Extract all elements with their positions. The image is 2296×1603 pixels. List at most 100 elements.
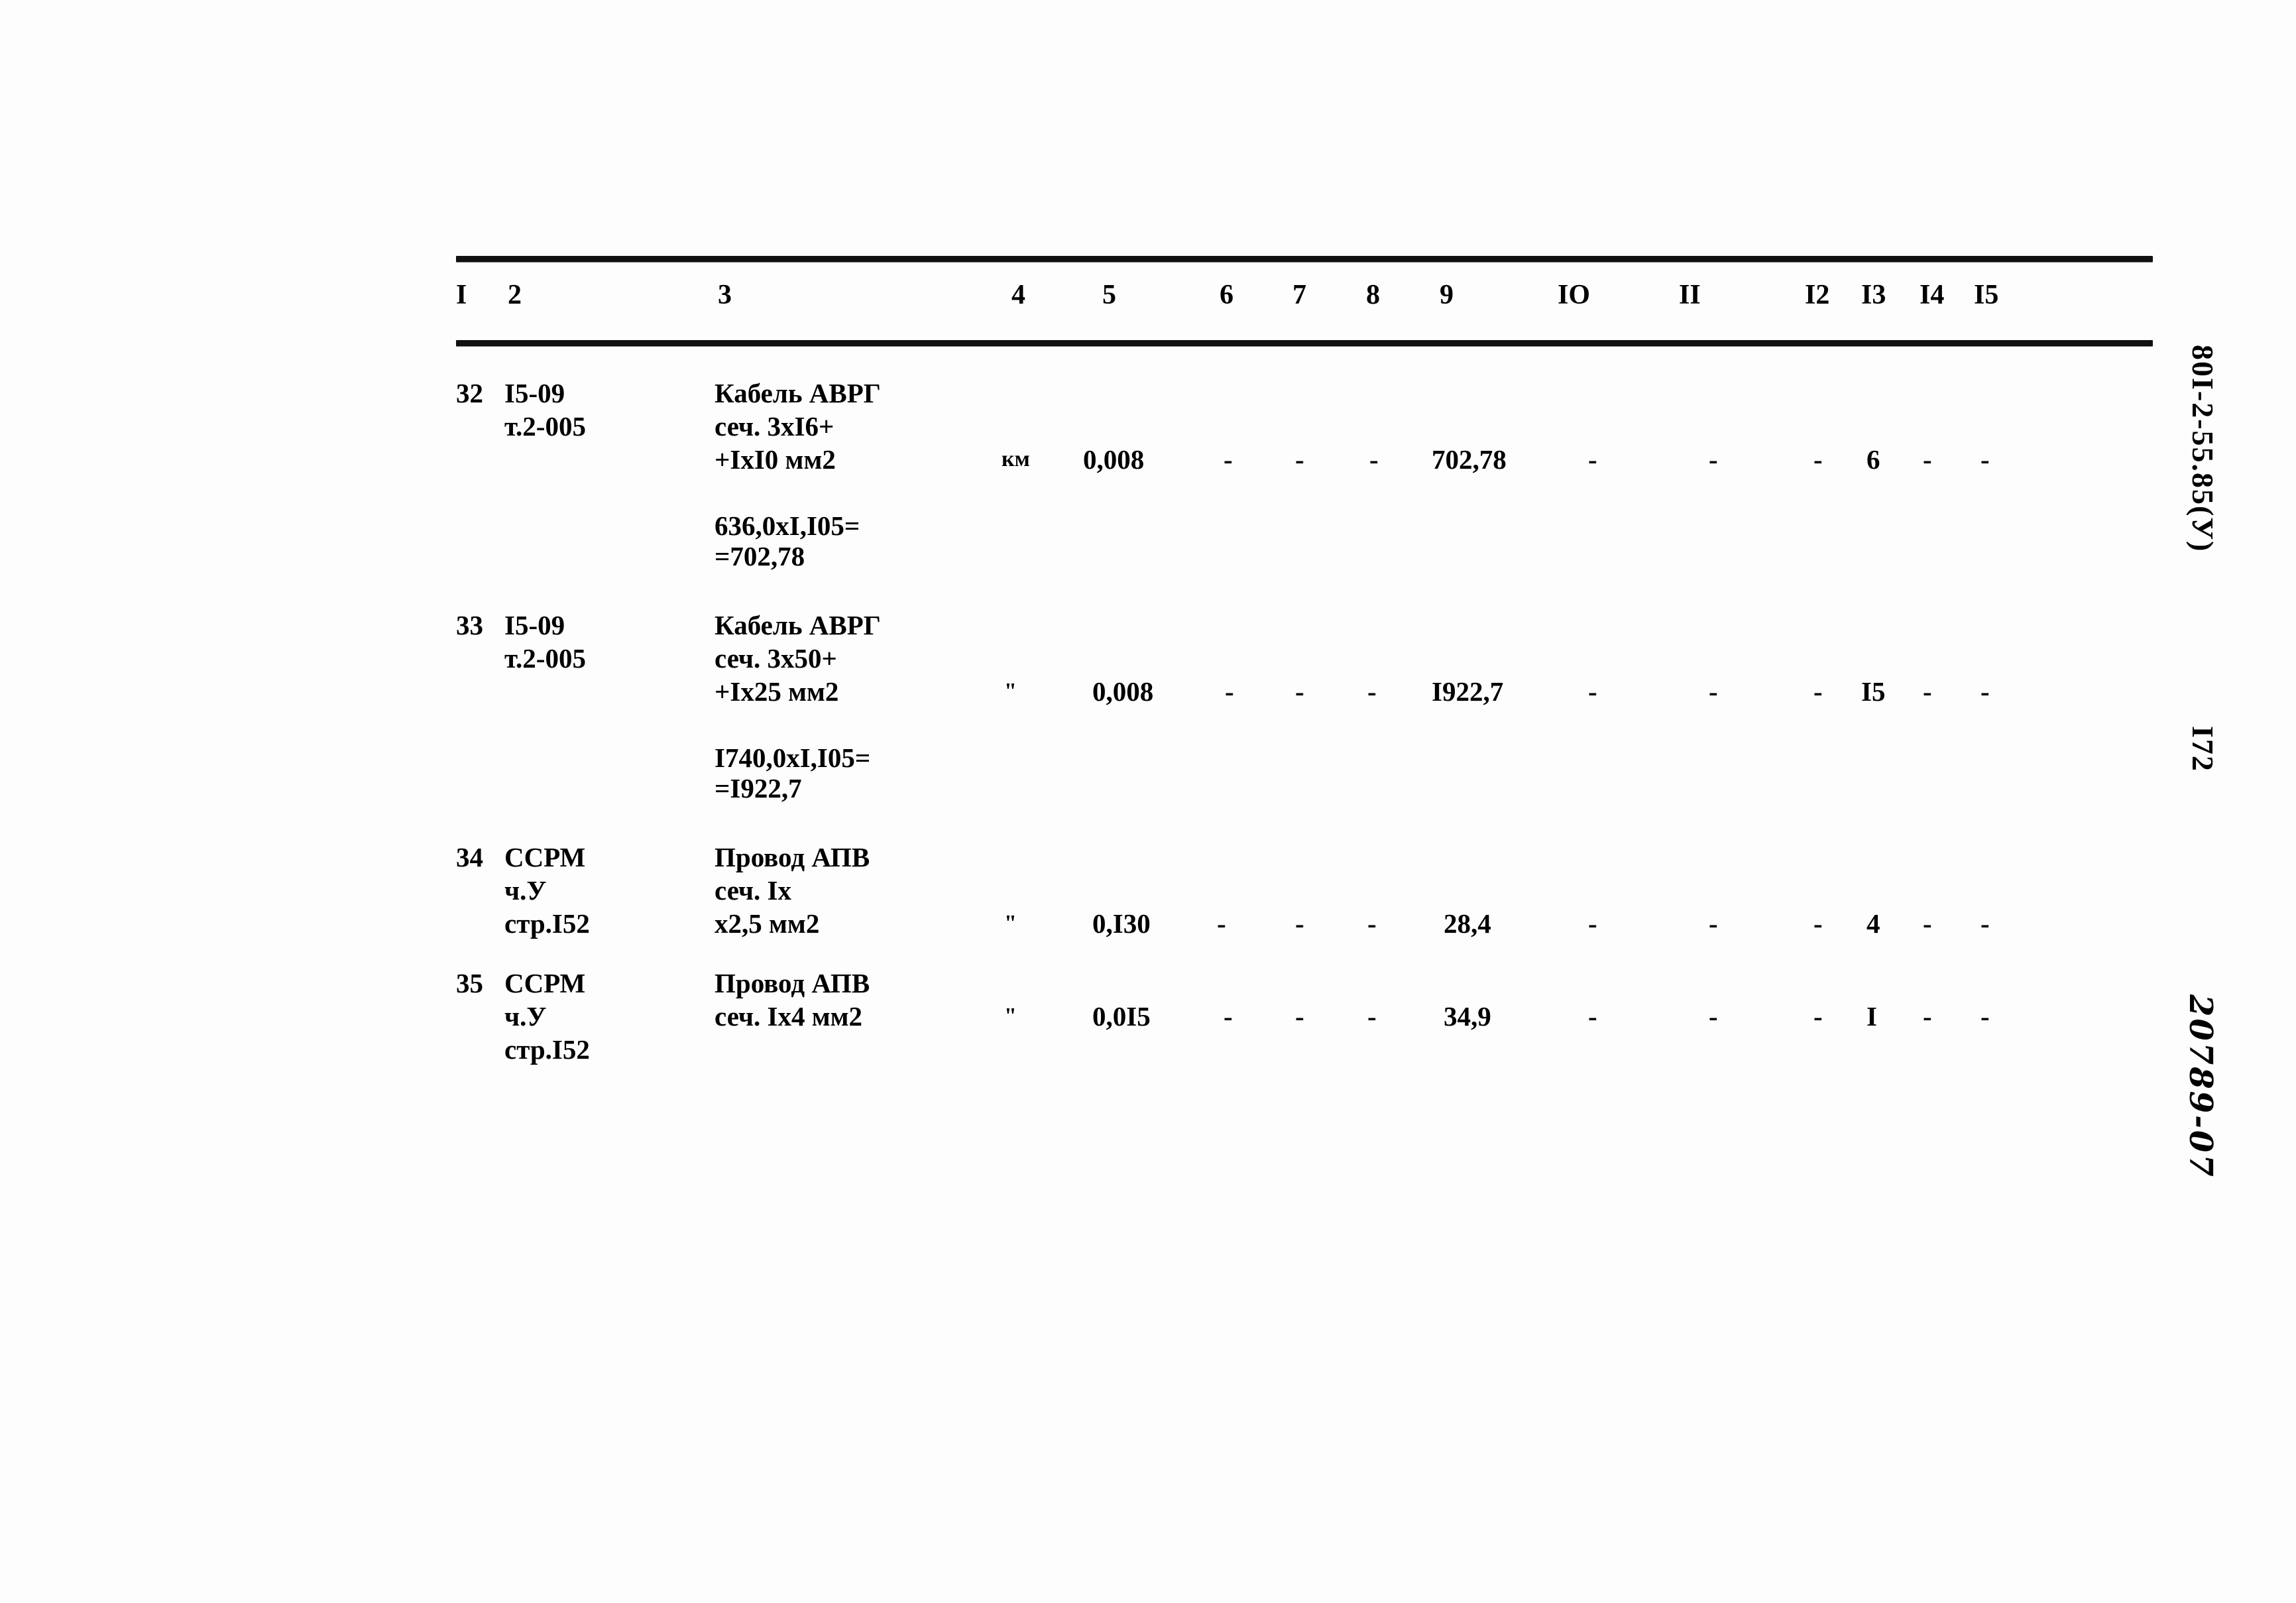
row-col-5: 0,008 [1092, 676, 1154, 707]
archive-number: 20789-07 [2182, 994, 2219, 1179]
row-col-7: - [1295, 444, 1304, 475]
row-code-line-3: стр.I52 [504, 1034, 590, 1065]
column-header-9: 9 [1440, 280, 1454, 310]
column-header-15: I5 [1974, 280, 1999, 310]
row-col-7: - [1295, 908, 1304, 939]
row-name-line-3: х2,5 мм2 [715, 908, 820, 939]
row-col-6: - [1224, 1001, 1233, 1032]
row-name-line-1: Кабель АВРГ [715, 610, 881, 640]
row-col-11: - [1709, 908, 1718, 939]
column-header-3: 3 [718, 280, 732, 310]
column-header-5: 5 [1102, 280, 1116, 310]
column-header-11: II [1679, 280, 1701, 310]
document-code: 80I-2-55.85(У) [2186, 345, 2220, 553]
row-code-line-1: ССРМ [504, 842, 586, 872]
row-unit: " [1004, 1004, 1017, 1028]
row-number: 32 [456, 378, 483, 408]
row-code-line-3: стр.I52 [504, 908, 590, 939]
table-header-row: I 2 3 4 5 6 7 8 9 IO II I2 I3 I4 I5 [456, 262, 2153, 340]
row-col-6: - [1224, 444, 1233, 475]
row-col-15: - [1980, 1001, 1990, 1032]
row-col-11: - [1709, 1001, 1718, 1032]
row-name-line-2: сеч. Iх [715, 875, 791, 906]
row-col-15: - [1980, 676, 1990, 707]
row-col-9: I922,7 [1432, 676, 1504, 707]
row-col-6: - [1225, 676, 1234, 707]
row-name-line-2: сеч. 3хI6+ [715, 411, 834, 442]
row-col-8: - [1367, 1001, 1377, 1032]
row-col-15: - [1980, 444, 1990, 475]
row-col-8: - [1367, 676, 1377, 707]
row-calc-line-2: =I922,7 [715, 773, 802, 803]
row-col-13: 4 [1866, 908, 1880, 939]
row-col-5: 0,008 [1083, 444, 1145, 475]
row-col-8: - [1367, 908, 1377, 939]
row-col-9: 28,4 [1444, 908, 1491, 939]
row-col-8: - [1369, 444, 1379, 475]
row-col-9: 702,78 [1432, 444, 1507, 475]
column-header-7: 7 [1292, 280, 1306, 310]
row-unit: км [1002, 447, 1030, 471]
row-name-line-2: сеч. 3х50+ [715, 643, 837, 674]
row-col-13: I [1866, 1001, 1877, 1032]
row-number: 35 [456, 968, 483, 998]
column-header-8: 8 [1366, 280, 1380, 310]
row-col-10: - [1588, 444, 1597, 475]
row-name-line-3: +Iх25 мм2 [715, 676, 839, 707]
row-col-5: 0,0I5 [1092, 1001, 1151, 1032]
row-col-13: 6 [1866, 444, 1880, 475]
column-header-13: I3 [1861, 280, 1886, 310]
row-name-line-2: сеч. Iх4 мм2 [715, 1001, 863, 1032]
row-code-line-2: ч.У [504, 875, 547, 906]
row-unit: " [1004, 911, 1017, 935]
row-col-9: 34,9 [1444, 1001, 1491, 1032]
row-name-line-1: Кабель АВРГ [715, 378, 881, 408]
row-code-line-1: I5-09 [504, 610, 565, 640]
column-header-12: I2 [1805, 280, 1830, 310]
row-col-7: - [1295, 1001, 1304, 1032]
row-code-line-1: I5-09 [504, 378, 565, 408]
column-header-2: 2 [508, 280, 522, 310]
row-col-12: - [1813, 444, 1823, 475]
column-header-4: 4 [1011, 280, 1025, 310]
row-col-12: - [1813, 676, 1823, 707]
row-col-11: - [1709, 444, 1718, 475]
row-code-line-1: ССРМ [504, 968, 586, 998]
row-col-14: - [1923, 908, 1932, 939]
row-code-line-2: ч.У [504, 1001, 547, 1032]
row-col-14: - [1923, 676, 1932, 707]
row-calc-line-2: =702,78 [715, 541, 805, 571]
row-col-13: I5 [1861, 676, 1886, 707]
row-calc-line-1: I740,0хI,I05= [715, 742, 871, 773]
row-unit: " [1004, 679, 1017, 703]
row-code-line-2: т.2-005 [504, 411, 586, 442]
row-col-11: - [1709, 676, 1718, 707]
specification-table: I 2 3 4 5 6 7 8 9 IO II I2 I3 I4 I5 32 I… [456, 256, 2153, 1075]
column-header-14: I4 [1920, 280, 1945, 310]
row-col-5: 0,I30 [1092, 908, 1151, 939]
row-name-line-3: +IхI0 мм2 [715, 444, 836, 475]
row-code-line-2: т.2-005 [504, 643, 586, 674]
scanned-page: I 2 3 4 5 6 7 8 9 IO II I2 I3 I4 I5 32 I… [0, 0, 2296, 1603]
row-col-12: - [1813, 1001, 1823, 1032]
row-col-10: - [1588, 908, 1597, 939]
table-body: 32 I5-09 т.2-005 Кабель АВРГ сеч. 3хI6+ … [456, 346, 2153, 1075]
row-col-7: - [1295, 676, 1304, 707]
table-top-rule [456, 256, 2153, 262]
row-number: 33 [456, 610, 483, 640]
row-name-line-1: Провод АПВ [715, 842, 870, 872]
row-number: 34 [456, 842, 483, 872]
row-calc-line-1: 636,0хI,I05= [715, 510, 860, 541]
column-header-10: IO [1558, 280, 1591, 310]
row-col-6: - [1217, 908, 1226, 939]
row-col-12: - [1813, 908, 1823, 939]
column-header-1: I [456, 280, 467, 310]
row-col-10: - [1588, 676, 1597, 707]
row-col-14: - [1923, 1001, 1932, 1032]
column-header-6: 6 [1220, 280, 1234, 310]
page-number: I72 [2186, 726, 2220, 772]
row-col-14: - [1923, 444, 1932, 475]
row-name-line-1: Провод АПВ [715, 968, 870, 998]
row-col-10: - [1588, 1001, 1597, 1032]
row-col-15: - [1980, 908, 1990, 939]
